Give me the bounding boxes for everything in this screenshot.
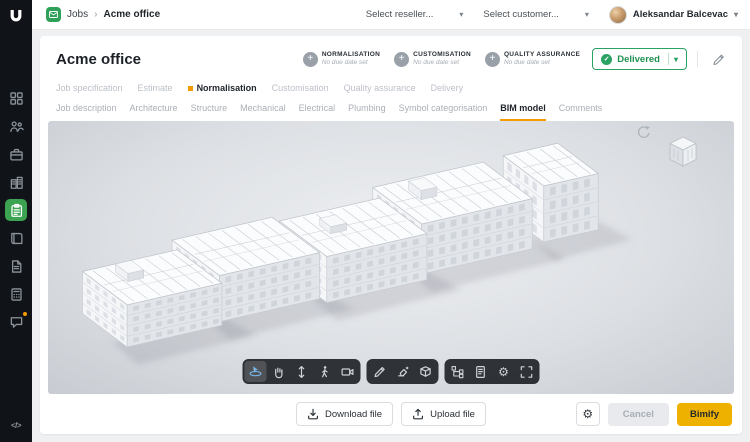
chevron-down-icon: ▾: [674, 55, 678, 64]
milestone-customisation[interactable]: + CUSTOMISATION No due date set: [394, 51, 471, 68]
model-tools-group: ⚙: [445, 359, 540, 384]
export-model-icon[interactable]: [415, 361, 437, 382]
sidebar: </>: [0, 0, 32, 442]
bimify-logo[interactable]: [7, 7, 25, 25]
model-tree-icon[interactable]: [447, 361, 469, 382]
tab-symbol-categorisation[interactable]: Symbol categorisation: [399, 103, 488, 121]
main-column: Jobs › Acme office Select reseller... ▾ …: [32, 0, 750, 442]
chevron-down-icon: ▾: [459, 10, 463, 19]
walk-mode-icon[interactable]: [314, 361, 336, 382]
code-icon[interactable]: </>: [5, 414, 27, 436]
tab-electrical[interactable]: Electrical: [299, 103, 336, 121]
tab-customisation[interactable]: Customisation: [272, 83, 329, 93]
tab-normalisation[interactable]: Normalisation: [188, 83, 257, 93]
buildings-icon[interactable]: [5, 171, 27, 193]
content-area: Acme office + NORMALISATION No due date …: [32, 30, 750, 442]
tab-job-specification[interactable]: Job specification: [56, 83, 123, 93]
tab-plumbing[interactable]: Plumbing: [348, 103, 386, 121]
cancel-button[interactable]: Cancel: [608, 403, 669, 426]
pan-hand-icon[interactable]: [268, 361, 290, 382]
jobs-breadcrumb-icon: [46, 7, 61, 22]
customer-select[interactable]: Select customer... ▾: [483, 9, 589, 20]
zoom-vertical-icon[interactable]: [291, 361, 313, 382]
status-dropdown[interactable]: ✓ Delivered ▾: [592, 48, 687, 70]
dashboard-icon[interactable]: [5, 87, 27, 109]
sheets-icon[interactable]: [470, 361, 492, 382]
tab-bim-model[interactable]: BIM model: [500, 103, 546, 121]
chat-icon[interactable]: [5, 311, 27, 333]
fullscreen-icon[interactable]: [516, 361, 538, 382]
download-icon: [307, 408, 319, 420]
tab-mechanical[interactable]: Mechanical: [240, 103, 286, 121]
app-window: </> Jobs › Acme office Select reseller..…: [0, 0, 750, 442]
tab-architecture[interactable]: Architecture: [130, 103, 178, 121]
notification-badge: [22, 311, 28, 317]
divider: [697, 51, 698, 67]
topbar-right: Select reseller... ▾ Select customer... …: [366, 6, 738, 24]
jobs-icon[interactable]: [5, 199, 27, 221]
user-name: Aleksandar Balcevac: [633, 9, 728, 20]
bim-model-render: [48, 121, 734, 394]
breadcrumb: Jobs › Acme office: [46, 7, 160, 22]
viewer-toolbar: ⚙: [243, 359, 540, 384]
breadcrumb-root[interactable]: Jobs: [67, 9, 88, 20]
breadcrumb-separator: ›: [94, 9, 97, 20]
breadcrumb-current: Acme office: [103, 9, 160, 20]
navigation-tools-group: [243, 359, 361, 384]
settings-gear-icon[interactable]: ⚙: [576, 402, 600, 426]
upload-icon: [412, 408, 424, 420]
primary-tabs: Job specification Estimate Normalisation…: [40, 78, 742, 95]
tab-estimate[interactable]: Estimate: [138, 83, 173, 93]
chevron-down-icon: ▾: [585, 10, 589, 19]
briefcase-icon[interactable]: [5, 143, 27, 165]
documents-icon[interactable]: [5, 255, 27, 277]
tab-quality-assurance[interactable]: Quality assurance: [344, 83, 416, 93]
tab-comments[interactable]: Comments: [559, 103, 603, 121]
job-card: Acme office + NORMALISATION No due date …: [40, 36, 742, 434]
page-title: Acme office: [56, 51, 141, 68]
status-label: Delivered: [617, 54, 660, 65]
bim-3d-viewport[interactable]: ⚙: [48, 121, 734, 394]
check-circle-icon: ✓: [601, 54, 612, 65]
avatar: [609, 6, 627, 24]
settings-gear-icon[interactable]: ⚙: [493, 361, 515, 382]
tab-delivery[interactable]: Delivery: [431, 83, 464, 93]
sidebar-nav: [5, 87, 27, 333]
plus-circle-icon: +: [303, 52, 318, 67]
tab-job-description[interactable]: Job description: [56, 103, 117, 121]
erase-icon[interactable]: [392, 361, 414, 382]
file-actions: Download file Upload file: [296, 402, 486, 426]
footer-right-actions: ⚙ Cancel Bimify: [576, 402, 732, 426]
edit-button[interactable]: [708, 49, 728, 69]
card-footer: Download file Upload file ⚙ Cancel Bimif…: [40, 394, 742, 434]
user-menu[interactable]: Aleksandar Balcevac ▾: [609, 6, 738, 24]
estimates-icon[interactable]: [5, 283, 27, 305]
orbit-icon[interactable]: [245, 361, 267, 382]
card-header: Acme office + NORMALISATION No due date …: [40, 36, 742, 78]
plus-circle-icon: +: [394, 52, 409, 67]
markup-tools-group: [367, 359, 439, 384]
milestones: + NORMALISATION No due date set + CUSTOM…: [303, 51, 580, 68]
secondary-tabs: Job description Architecture Structure M…: [40, 95, 742, 121]
orbit-reset-icon[interactable]: [636, 124, 652, 143]
library-icon[interactable]: [5, 227, 27, 249]
plus-circle-icon: +: [485, 52, 500, 67]
bimify-button[interactable]: Bimify: [677, 403, 732, 426]
topbar: Jobs › Acme office Select reseller... ▾ …: [32, 0, 750, 30]
view-cube-gizmo[interactable]: [666, 134, 700, 173]
pencil-icon: [712, 53, 725, 66]
milestone-quality-assurance[interactable]: + QUALITY ASSURANCE No due date set: [485, 51, 580, 68]
download-file-button[interactable]: Download file: [296, 402, 393, 426]
draw-pencil-icon[interactable]: [369, 361, 391, 382]
upload-file-button[interactable]: Upload file: [401, 402, 486, 426]
team-icon[interactable]: [5, 115, 27, 137]
camera-icon[interactable]: [337, 361, 359, 382]
milestone-normalisation[interactable]: + NORMALISATION No due date set: [303, 51, 380, 68]
reseller-select[interactable]: Select reseller... ▾: [366, 9, 464, 20]
tab-structure[interactable]: Structure: [191, 103, 228, 121]
active-tab-marker: [188, 86, 193, 91]
chevron-down-icon: ▾: [734, 10, 738, 19]
